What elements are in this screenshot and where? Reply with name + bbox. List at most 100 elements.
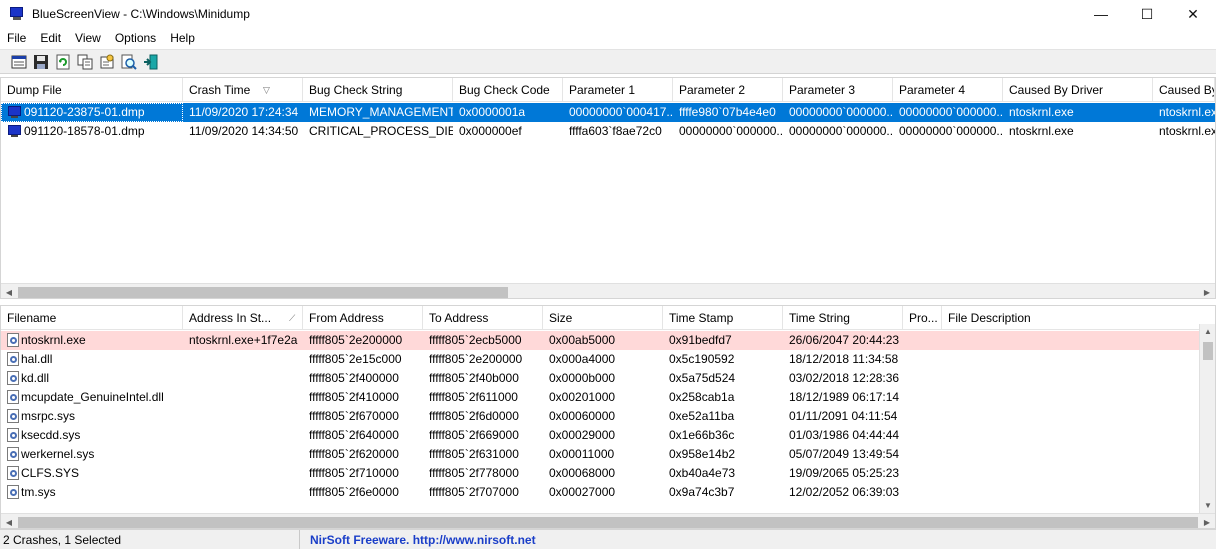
copy-button[interactable] (74, 52, 96, 72)
scroll-thumb[interactable] (18, 287, 508, 298)
scroll-thumb[interactable] (18, 517, 1198, 528)
module-row[interactable]: ksecdd.sys fffff805`2f640000 fffff805`2f66… (1, 426, 1199, 445)
column-address-in-stack[interactable]: Address In St... ⟋ (183, 306, 303, 330)
module-row[interactable]: msrpc.sys fffff805`2f670000 fffff805`2f6d0… (1, 407, 1199, 426)
sort-arrow-icon: ⟋ (289, 313, 296, 323)
to-address: fffff805`2f631000 (429, 447, 519, 461)
column-crash-time[interactable]: Crash Time ▽ (183, 78, 303, 102)
module-filename: werkernel.sys (21, 447, 95, 461)
column-parameter-4[interactable]: Parameter 4 (893, 78, 1003, 102)
bluescreen-dump-icon (7, 105, 22, 119)
column-parameter-3[interactable]: Parameter 3 (783, 78, 893, 102)
to-address: fffff805`2f611000 (429, 390, 518, 404)
crash-row[interactable]: 091120-23875-01.dmp 11/09/2020 17:24:34 … (1, 103, 1215, 122)
column-time-stamp[interactable]: Time Stamp (663, 306, 783, 330)
refresh-button[interactable] (52, 52, 74, 72)
from-address: fffff805`2f400000 (309, 371, 399, 385)
column-caused-by-address[interactable]: Caused By (1153, 78, 1215, 102)
menu-view[interactable]: View (68, 31, 108, 45)
maximize-button[interactable]: ☐ (1124, 0, 1170, 28)
module-row[interactable]: CLFS.SYS fffff805`2f710000 fffff805`2f7780… (1, 464, 1199, 483)
module-row[interactable]: ntoskrnl.exe ntoskrnl.exe+1f7e2a fffff805`… (1, 331, 1199, 350)
time-string: 19/09/2065 05:25:23 (789, 466, 900, 480)
save-button[interactable] (30, 52, 52, 72)
crash-list-header: Dump File Crash Time ▽ Bug Check String B… (1, 78, 1215, 102)
module-row[interactable]: hal.dll fffff805`2e15c000 fffff805`2e20000… (1, 350, 1199, 369)
module-filename: msrpc.sys (21, 409, 75, 423)
crash-count-status: 2 Crashes, 1 Selected (0, 529, 300, 549)
parameter-4: 00000000`000000... (899, 105, 1003, 119)
address-in-stack (183, 464, 303, 483)
time-stamp: 0x5c190592 (669, 352, 735, 366)
column-product-name[interactable]: Pro... (903, 306, 942, 330)
driver-file-icon (7, 428, 19, 442)
parameter-2: 00000000`000000... (679, 124, 783, 138)
column-filename[interactable]: Filename (1, 306, 183, 330)
app-monitor-icon (9, 7, 25, 21)
status-bar: 2 Crashes, 1 Selected NirSoft Freeware. … (0, 529, 1216, 549)
close-button[interactable]: ✕ (1170, 0, 1216, 28)
module-list-vertical-scrollbar[interactable]: ▲ ▼ (1199, 324, 1215, 514)
scroll-thumb[interactable] (1203, 342, 1213, 360)
bluescreen-dump-icon (7, 124, 22, 138)
module-row[interactable]: tm.sys fffff805`2f6e0000 fffff805`2f707000… (1, 483, 1199, 502)
column-time-string[interactable]: Time String (783, 306, 903, 330)
advanced-options-button[interactable] (8, 52, 30, 72)
crash-row[interactable]: 091120-18578-01.dmp 11/09/2020 14:34:50 … (1, 122, 1215, 141)
column-bug-check-code[interactable]: Bug Check Code (453, 78, 563, 102)
module-row[interactable]: mcupdate_GenuineIntel.dll fffff805`2f4100… (1, 388, 1199, 407)
nirsoft-link[interactable]: NirSoft Freeware. http://www.nirsoft.net (300, 533, 536, 547)
exit-door-icon (144, 54, 158, 69)
dump-file-name: 091120-18578-01.dmp (24, 124, 145, 138)
properties-button[interactable] (96, 52, 118, 72)
to-address: fffff805`2f707000 (429, 485, 519, 499)
module-row[interactable]: werkernel.sys fffff805`2f620000 fffff805`2… (1, 445, 1199, 464)
column-from-address[interactable]: From Address (303, 306, 423, 330)
driver-file-icon (7, 333, 19, 347)
scroll-right-arrow-icon[interactable]: ▶ (1199, 515, 1215, 528)
module-filename: hal.dll (21, 352, 53, 366)
column-size[interactable]: Size (543, 306, 663, 330)
from-address: fffff805`2f640000 (309, 428, 399, 442)
address-in-stack (183, 426, 303, 445)
from-address: fffff805`2f410000 (309, 390, 399, 404)
parameter-4: 00000000`000000... (899, 124, 1003, 138)
column-dump-file[interactable]: Dump File (1, 78, 183, 102)
time-stamp: 0x9a74c3b7 (669, 485, 735, 499)
column-caused-by-driver[interactable]: Caused By Driver (1003, 78, 1153, 102)
minimize-button[interactable]: — (1078, 0, 1124, 28)
file-description (942, 331, 1199, 350)
menu-file[interactable]: File (0, 31, 33, 45)
column-parameter-2[interactable]: Parameter 2 (673, 78, 783, 102)
address-in-stack (183, 483, 303, 502)
column-parameter-1[interactable]: Parameter 1 (563, 78, 673, 102)
column-file-description[interactable]: File Description (942, 306, 1199, 330)
column-bug-check-string[interactable]: Bug Check String (303, 78, 453, 102)
parameter-3: 00000000`000000... (789, 124, 893, 138)
product-name (903, 426, 942, 445)
scroll-up-arrow-icon[interactable]: ▲ (1200, 324, 1215, 340)
scroll-left-arrow-icon[interactable]: ◀ (1, 285, 17, 298)
address-in-stack (183, 445, 303, 464)
file-description (942, 388, 1199, 407)
menu-help[interactable]: Help (163, 31, 202, 45)
caused-by-driver: ntoskrnl.exe (1009, 124, 1074, 138)
time-string: 26/06/2047 20:44:23 (789, 333, 900, 347)
crash-list-horizontal-scrollbar[interactable]: ◀ ▶ (1, 283, 1215, 298)
exit-button[interactable] (140, 52, 162, 72)
scroll-down-arrow-icon[interactable]: ▼ (1200, 498, 1215, 514)
time-stamp: 0x258cab1a (669, 390, 735, 404)
find-button[interactable] (118, 52, 140, 72)
menu-options[interactable]: Options (108, 31, 163, 45)
window-properties-icon (11, 55, 27, 68)
module-size: 0x00029000 (549, 428, 616, 442)
driver-file-icon (7, 352, 19, 366)
column-to-address[interactable]: To Address (423, 306, 543, 330)
module-row[interactable]: kd.dll fffff805`2f400000 fffff805`2f40b000… (1, 369, 1199, 388)
scroll-right-arrow-icon[interactable]: ▶ (1199, 285, 1215, 298)
crash-time: 11/09/2020 14:34:50 (189, 124, 299, 138)
module-list-horizontal-scrollbar[interactable]: ◀ ▶ (1, 513, 1215, 528)
file-description (942, 407, 1199, 426)
menu-edit[interactable]: Edit (33, 31, 68, 45)
scroll-left-arrow-icon[interactable]: ◀ (1, 515, 17, 528)
